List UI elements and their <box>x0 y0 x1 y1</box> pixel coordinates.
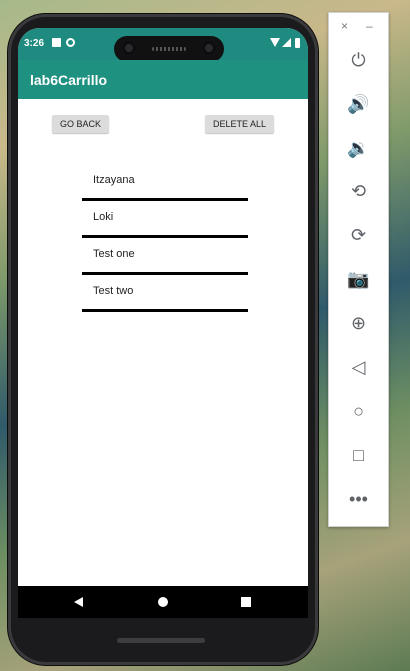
sync-icon <box>66 38 75 47</box>
home-icon[interactable]: ○ <box>329 396 388 426</box>
front-camera-icon <box>202 41 216 55</box>
list-item[interactable]: Test one <box>82 238 248 275</box>
zoom-icon[interactable]: ⊕ <box>329 308 388 338</box>
sd-card-icon <box>52 38 61 47</box>
volume-down-icon[interactable]: 🔉 <box>329 133 388 163</box>
navigation-bar <box>18 586 308 618</box>
signal-icon <box>282 38 291 47</box>
list-item-label: Itzayana <box>93 174 135 186</box>
more-icon[interactable]: ••• <box>329 484 388 514</box>
nav-back-icon[interactable] <box>74 597 83 607</box>
minimize-icon[interactable]: – <box>366 19 373 33</box>
close-icon[interactable]: × <box>341 19 348 33</box>
front-camera-icon <box>122 41 136 55</box>
emulator-control-panel: × – ⏻ 🔊 🔉 ⟲ ⟳ 📷 ⊕ ◁ ○ □ ••• <box>328 12 389 527</box>
rotate-left-icon[interactable]: ⟲ <box>329 176 388 206</box>
list-divider <box>82 309 248 312</box>
back-icon[interactable]: ◁ <box>329 352 388 382</box>
overview-icon[interactable]: □ <box>329 440 388 470</box>
app-bar: lab6Carrillo <box>18 60 308 99</box>
nav-recents-icon[interactable] <box>241 597 251 607</box>
list-item-label: Test one <box>93 248 135 260</box>
list-item-label: Test two <box>93 285 134 297</box>
bottom-speaker <box>117 638 205 643</box>
go-back-button[interactable]: GO BACK <box>52 115 110 133</box>
app-title: lab6Carrillo <box>30 72 108 88</box>
list-item-label: Loki <box>93 211 114 223</box>
camera-icon[interactable]: 📷 <box>329 264 388 294</box>
power-icon[interactable]: ⏻ <box>329 45 388 75</box>
device-screen: 3:26 lab6Carrillo GO BACK DELETE ALL Itz… <box>18 28 308 618</box>
delete-all-button[interactable]: DELETE ALL <box>205 115 275 133</box>
camera-cutout <box>114 36 224 62</box>
status-time: 3:26 <box>24 38 45 49</box>
wifi-icon <box>270 38 280 47</box>
list-item[interactable]: Loki <box>82 201 248 238</box>
nav-home-icon[interactable] <box>158 597 168 607</box>
earpiece-speaker <box>152 47 186 51</box>
rotate-right-icon[interactable]: ⟳ <box>329 220 388 250</box>
list-item[interactable]: Test two <box>82 275 248 312</box>
battery-icon <box>295 38 300 48</box>
list-item[interactable]: Itzayana <box>82 164 248 201</box>
volume-up-icon[interactable]: 🔊 <box>329 89 388 119</box>
